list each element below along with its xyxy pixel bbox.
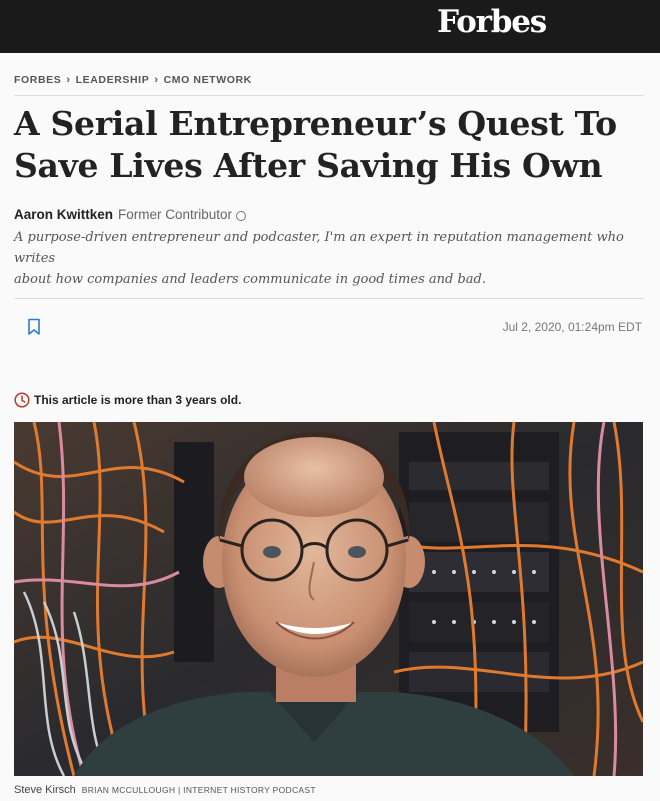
author-role: Former Contributor xyxy=(118,207,233,222)
top-nav-bar: Forbes xyxy=(0,0,660,53)
byline: Aaron Kwittken Former Contributor xyxy=(14,207,644,222)
bio-line-2: about how companies and leaders communic… xyxy=(14,272,486,287)
publish-date: Jul 2, 2020, 01:24pm EDT xyxy=(502,319,642,334)
image-caption: Steve Kirsch BRIAN MCCULLOUGH | INTERNET… xyxy=(14,784,644,796)
chevron-right-icon: › xyxy=(154,74,159,86)
caption-name: Steve Kirsch xyxy=(14,784,76,796)
author-bio: A purpose-driven entrepreneur and podcas… xyxy=(14,227,644,290)
bookmark-icon[interactable] xyxy=(26,318,42,336)
info-icon[interactable] xyxy=(236,210,247,221)
article-age-notice: This article is more than 3 years old. xyxy=(14,392,644,408)
article-hero-image xyxy=(14,422,643,776)
clock-icon xyxy=(14,392,30,408)
breadcrumb: FORBES › LEADERSHIP › CMO NETWORK xyxy=(14,73,644,87)
article-content: FORBES › LEADERSHIP › CMO NETWORK A Seri… xyxy=(0,73,660,796)
age-notice-text: This article is more than 3 years old. xyxy=(34,393,242,407)
article-meta: Jul 2, 2020, 01:24pm EDT xyxy=(14,299,644,354)
headline-line-1: A Serial Entrepreneur’s Quest To xyxy=(14,104,617,143)
breadcrumb-item-leadership[interactable]: LEADERSHIP xyxy=(76,74,150,86)
portrait-photo xyxy=(14,422,643,776)
bio-line-1: A purpose-driven entrepreneur and podcas… xyxy=(14,230,624,266)
forbes-logo[interactable]: Forbes xyxy=(437,4,547,40)
breadcrumb-item-forbes[interactable]: FORBES xyxy=(14,74,61,86)
author-name[interactable]: Aaron Kwittken xyxy=(14,207,113,222)
divider xyxy=(14,95,644,96)
chevron-right-icon: › xyxy=(66,74,71,86)
headline-line-2: Save Lives After Saving His Own xyxy=(14,146,603,185)
breadcrumb-item-cmo-network[interactable]: CMO NETWORK xyxy=(164,74,252,86)
caption-credit: BRIAN MCCULLOUGH | INTERNET HISTORY PODC… xyxy=(81,785,316,795)
article-headline: A Serial Entrepreneur’s Quest To Save Li… xyxy=(14,103,644,187)
